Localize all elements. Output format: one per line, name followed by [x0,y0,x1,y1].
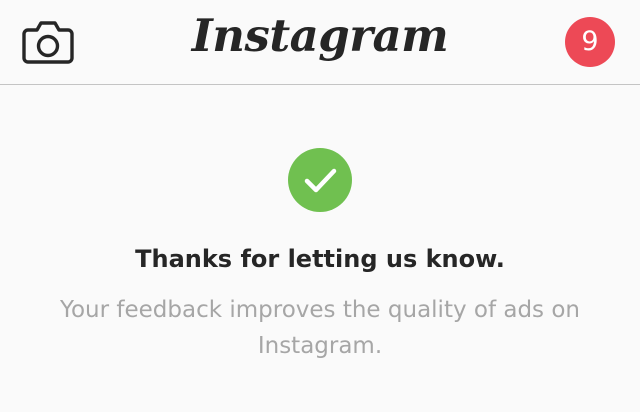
top-bar: Instagram 9 [0,0,640,85]
notification-badge[interactable]: 9 [565,17,615,67]
checkmark-icon [288,148,352,212]
instagram-logo: Instagram [191,9,449,62]
confirmation-message: Your feedback improves the quality of ad… [59,297,580,359]
confirmation-title: Thanks for letting us know. [135,245,505,273]
